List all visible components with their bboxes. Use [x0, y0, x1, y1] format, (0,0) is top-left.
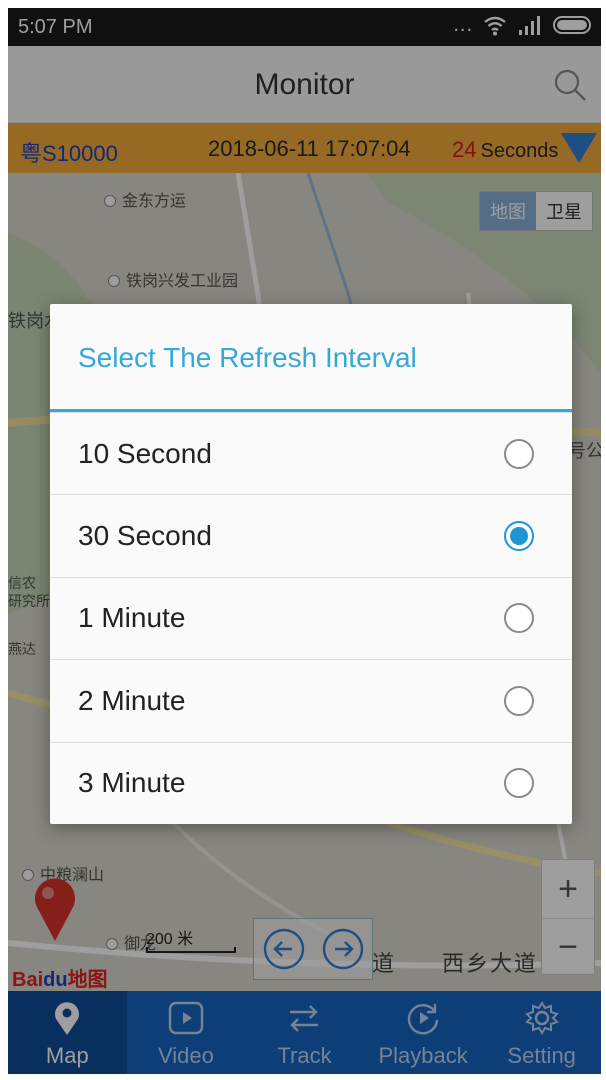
radio-button-selected[interactable] — [504, 521, 534, 552]
option-label: 1 Minute — [78, 602, 186, 634]
radio-button[interactable] — [504, 768, 534, 799]
interval-option-1-minute[interactable]: 1 Minute — [50, 576, 572, 659]
app-frame: 5:07 PM ... Monitor 粤S10000 2018-06-11 1… — [8, 8, 601, 1074]
radio-button[interactable] — [504, 685, 534, 716]
refresh-interval-dialog: Select The Refresh Interval 10 Second 30… — [50, 304, 572, 824]
interval-option-30-second[interactable]: 30 Second — [50, 494, 572, 576]
option-label: 3 Minute — [78, 767, 186, 799]
radio-button[interactable] — [504, 438, 534, 469]
interval-option-10-second[interactable]: 10 Second — [50, 412, 572, 494]
dialog-title: Select The Refresh Interval — [50, 304, 572, 412]
radio-button[interactable] — [504, 603, 534, 634]
interval-option-2-minute[interactable]: 2 Minute — [50, 659, 572, 741]
option-label: 2 Minute — [78, 684, 186, 716]
option-label: 10 Second — [78, 437, 212, 469]
option-label: 30 Second — [78, 520, 212, 552]
interval-option-3-minute[interactable]: 3 Minute — [50, 741, 572, 824]
